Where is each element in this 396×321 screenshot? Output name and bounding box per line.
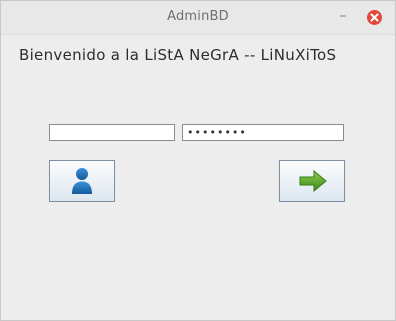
close-button[interactable] bbox=[367, 10, 382, 25]
close-icon bbox=[370, 13, 379, 22]
welcome-heading: Bienvenido a la LiStA NeGrA -- LiNuXiToS bbox=[19, 46, 337, 64]
minimize-button[interactable]: – bbox=[335, 7, 351, 25]
password-input[interactable] bbox=[182, 124, 344, 141]
title-bar[interactable]: AdminBD – bbox=[1, 1, 395, 35]
right-arrow-icon bbox=[299, 170, 327, 192]
enter-button[interactable] bbox=[279, 160, 345, 202]
user-button[interactable] bbox=[49, 160, 115, 202]
user-icon bbox=[72, 168, 92, 194]
username-input[interactable] bbox=[49, 124, 175, 141]
app-window: AdminBD – Bienvenido a la LiStA NeGrA --… bbox=[0, 0, 396, 321]
